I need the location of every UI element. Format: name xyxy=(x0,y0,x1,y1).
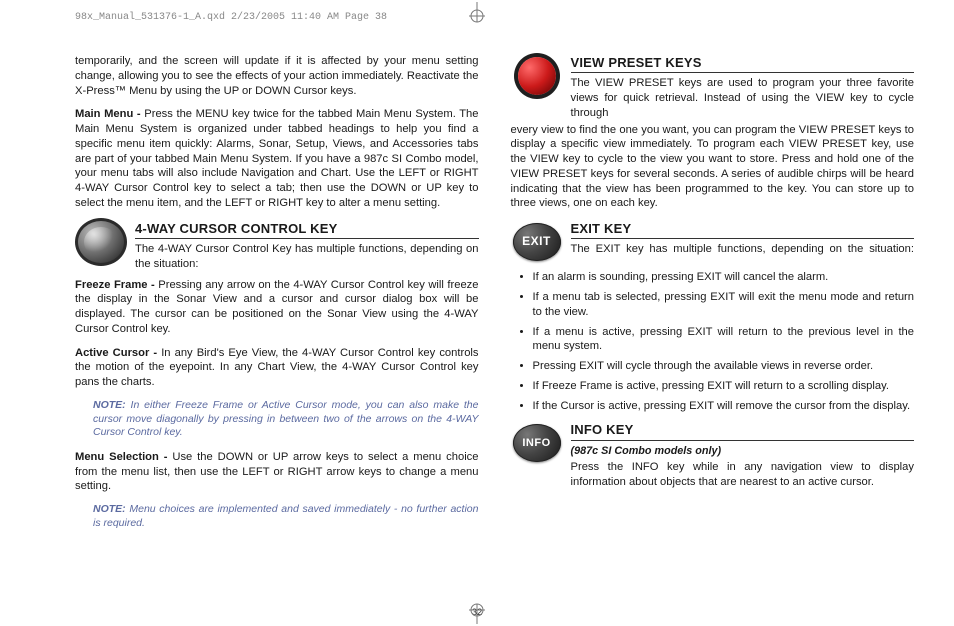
view-preset-section: VIEW PRESET KEYS The VIEW PRESET keys ar… xyxy=(511,54,915,121)
note1-label: NOTE: xyxy=(93,399,131,411)
print-job-header: 98x_Manual_531376-1_A.qxd 2/23/2005 11:4… xyxy=(75,12,387,23)
freeze-label: Freeze Frame - xyxy=(75,279,158,291)
exit-heading: EXIT KEY xyxy=(571,220,915,239)
exit-key-section: EXIT EXIT KEY The EXIT key has multiple … xyxy=(511,220,915,264)
active-cursor-paragraph: Active Cursor - In any Bird's Eye View, … xyxy=(75,346,479,390)
note-diagonal: NOTE: In either Freeze Frame or Active C… xyxy=(93,399,479,440)
intro-paragraph: temporarily, and the screen will update … xyxy=(75,54,479,98)
exit-bullet: If the Cursor is active, pressing EXIT w… xyxy=(533,399,915,414)
view-preset-icon xyxy=(511,54,563,98)
note2-label: NOTE: xyxy=(93,503,129,515)
crop-mark-top xyxy=(457,2,497,24)
page-number: 32 xyxy=(472,607,483,618)
cursor-control-section: 4-WAY CURSOR CONTROL KEY The 4-WAY Curso… xyxy=(75,220,479,272)
main-menu-text: Press the MENU key twice for the tabbed … xyxy=(75,108,479,209)
info-subhead: (987c SI Combo models only) xyxy=(571,444,915,458)
left-column: temporarily, and the screen will update … xyxy=(75,54,479,541)
exit-bullet: Pressing EXIT will cycle through the ava… xyxy=(533,359,915,374)
exit-bullet: If a menu is active, pressing EXIT will … xyxy=(533,325,915,355)
info-button-icon: INFO xyxy=(513,424,561,462)
exit-bullet: If an alarm is sounding, pressing EXIT w… xyxy=(533,270,915,285)
freeze-frame-paragraph: Freeze Frame - Pressing any arrow on the… xyxy=(75,278,479,337)
exit-bullet-list: If an alarm is sounding, pressing EXIT w… xyxy=(511,270,915,413)
exit-bullet: If Freeze Frame is active, pressing EXIT… xyxy=(533,379,915,394)
red-button-icon xyxy=(518,57,556,95)
cursor-heading: 4-WAY CURSOR CONTROL KEY xyxy=(135,220,479,239)
exit-intro: The EXIT key has multiple functions, dep… xyxy=(571,242,915,257)
info-text: Press the INFO key while in any navigati… xyxy=(571,460,915,490)
preset-heading: VIEW PRESET KEYS xyxy=(571,54,915,73)
exit-bullet: If a menu tab is selected, pressing EXIT… xyxy=(533,290,915,320)
info-key-section: INFO INFO KEY (987c SI Combo models only… xyxy=(511,421,915,489)
manual-page: 98x_Manual_531376-1_A.qxd 2/23/2005 11:4… xyxy=(0,0,954,626)
main-menu-paragraph: Main Menu - Press the MENU key twice for… xyxy=(75,107,479,210)
preset-intro: The VIEW PRESET keys are used to program… xyxy=(571,76,915,120)
menusel-label: Menu Selection - xyxy=(75,451,172,463)
oval-button-icon xyxy=(75,218,127,266)
main-menu-label: Main Menu - xyxy=(75,108,144,120)
registration-icon xyxy=(457,2,497,24)
note-saved: NOTE: Menu choices are implemented and s… xyxy=(93,503,479,530)
two-column-layout: temporarily, and the screen will update … xyxy=(75,54,914,541)
menu-selection-paragraph: Menu Selection - Use the DOWN or UP arro… xyxy=(75,450,479,494)
exit-button-icon: EXIT xyxy=(513,223,561,261)
cursor-intro: The 4-WAY Cursor Control Key has multipl… xyxy=(135,242,479,272)
active-label: Active Cursor - xyxy=(75,347,161,359)
preset-continuation: every view to find the one you want, you… xyxy=(511,123,915,212)
cursor-control-icon xyxy=(75,220,127,264)
note2-text: Menu choices are implemented and saved i… xyxy=(93,503,478,529)
right-column: VIEW PRESET KEYS The VIEW PRESET keys ar… xyxy=(511,54,915,541)
info-heading: INFO KEY xyxy=(571,421,915,440)
info-key-icon: INFO xyxy=(511,421,563,465)
exit-key-icon: EXIT xyxy=(511,220,563,264)
note1-text: In either Freeze Frame or Active Cursor … xyxy=(93,399,479,438)
